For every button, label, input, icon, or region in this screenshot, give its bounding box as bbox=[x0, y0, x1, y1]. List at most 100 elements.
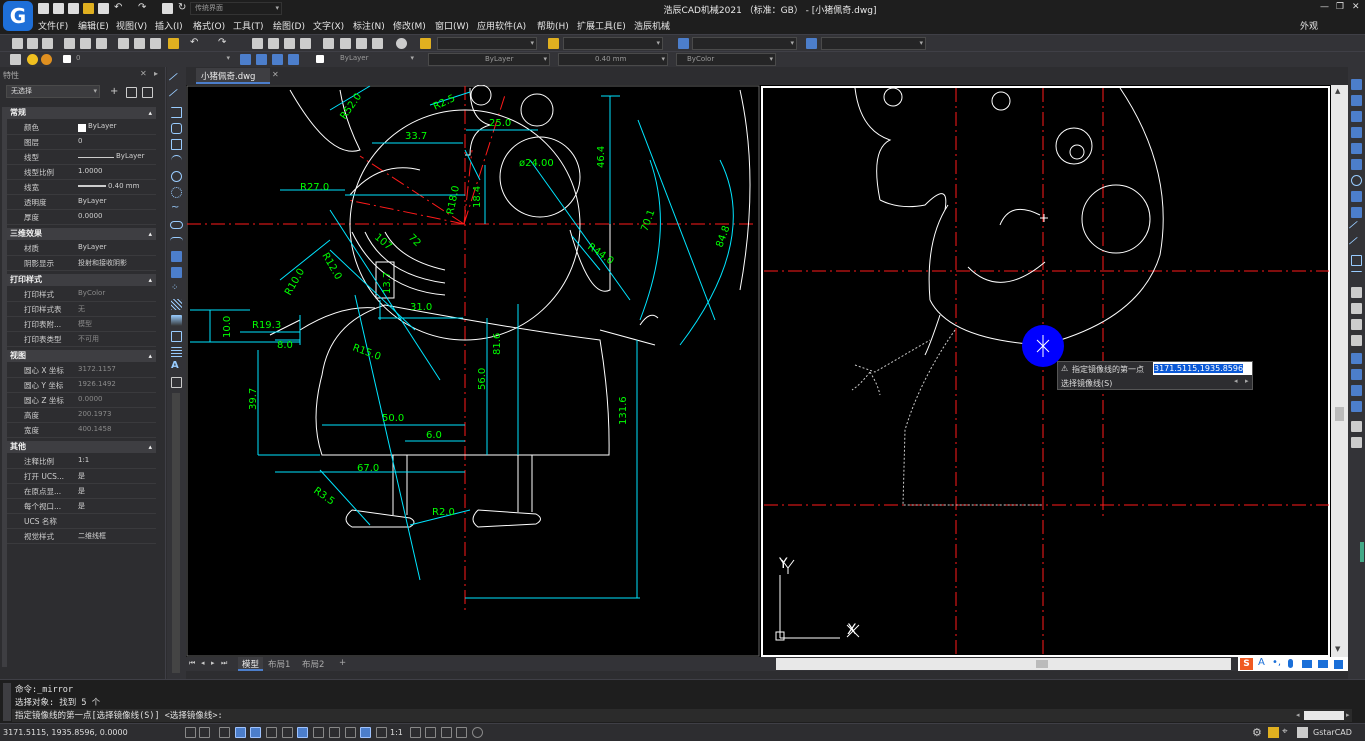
plot-icon[interactable] bbox=[64, 38, 75, 49]
appearance-menu[interactable]: 外观 bbox=[1300, 19, 1318, 32]
lineweight-select[interactable]: 0.40 mm bbox=[558, 53, 668, 66]
table-icon[interactable] bbox=[171, 347, 182, 358]
menu-help[interactable]: 帮助(H) bbox=[537, 19, 569, 32]
table-style-icon[interactable] bbox=[678, 38, 689, 49]
move-icon[interactable] bbox=[1351, 159, 1362, 170]
layer-manager-icon[interactable] bbox=[10, 54, 21, 65]
layer-select[interactable]: 0 bbox=[72, 53, 232, 66]
v-scroll-down[interactable]: ▼ bbox=[1335, 645, 1340, 653]
sc-toggle[interactable] bbox=[360, 727, 371, 738]
cmd-input-row[interactable]: 指定镜像线的第一点[选择镜像线(S)] <选择镜像线>: bbox=[12, 709, 1352, 722]
prop-section-header[interactable]: 打印样式 bbox=[7, 274, 156, 286]
cad-icon[interactable] bbox=[1268, 727, 1279, 738]
offset-icon[interactable] bbox=[1351, 127, 1362, 138]
undo-icon[interactable]: ↶ bbox=[114, 3, 125, 14]
new-icon[interactable] bbox=[12, 38, 23, 49]
menu-dimension[interactable]: 标注(N) bbox=[353, 19, 385, 32]
menu-draw[interactable]: 绘图(D) bbox=[273, 19, 305, 32]
ellipse-icon[interactable] bbox=[170, 221, 183, 229]
prompt-option[interactable]: 选择镜像线(S) bbox=[1061, 378, 1112, 389]
ime-lang-icon[interactable]: A bbox=[1258, 657, 1265, 668]
save-icon[interactable] bbox=[68, 3, 79, 14]
menu-format[interactable]: 格式(O) bbox=[193, 19, 225, 32]
polyline-icon[interactable] bbox=[171, 107, 182, 118]
tpy-toggle[interactable] bbox=[329, 727, 340, 738]
tab-layout2[interactable]: 布局2 bbox=[302, 658, 324, 670]
ime-skin-icon[interactable] bbox=[1318, 660, 1328, 668]
calculator-icon[interactable] bbox=[372, 38, 383, 49]
wipeout-icon[interactable] bbox=[171, 377, 182, 388]
make-current-icon[interactable] bbox=[240, 54, 251, 65]
doc-tab[interactable]: 小猪佩奇.dwg bbox=[196, 68, 270, 84]
preview-icon[interactable] bbox=[80, 38, 91, 49]
region-icon[interactable] bbox=[171, 331, 182, 342]
workspace-select[interactable]: 传统界面 bbox=[190, 2, 282, 15]
save-icon-2[interactable] bbox=[42, 38, 53, 49]
design-center-icon[interactable] bbox=[340, 38, 351, 49]
v-scroll-up[interactable]: ▲ bbox=[1335, 87, 1340, 95]
minimize-button[interactable]: — bbox=[1320, 2, 1329, 12]
stretch-icon[interactable] bbox=[1351, 207, 1362, 218]
annotation-visibility-icon[interactable] bbox=[410, 727, 421, 738]
qp-toggle[interactable] bbox=[345, 727, 356, 738]
ortho-toggle[interactable] bbox=[219, 727, 230, 738]
ime-menu-icon[interactable] bbox=[1334, 660, 1343, 669]
hatch-icon[interactable] bbox=[171, 299, 182, 310]
paste-icon[interactable] bbox=[150, 38, 161, 49]
auto-scale-icon[interactable] bbox=[425, 727, 436, 738]
redo-icon[interactable]: ↷ bbox=[138, 3, 149, 14]
edit-spline-icon[interactable] bbox=[1351, 437, 1362, 448]
lengthen-icon[interactable] bbox=[1351, 401, 1362, 412]
sogou-icon[interactable]: S bbox=[1240, 658, 1253, 670]
trim-icon[interactable] bbox=[1348, 220, 1365, 237]
menu-window[interactable]: 窗口(W) bbox=[435, 19, 469, 32]
publish-icon[interactable] bbox=[96, 38, 107, 49]
copy-obj-icon[interactable] bbox=[1351, 95, 1362, 106]
tab-layout1[interactable]: 布局1 bbox=[268, 658, 290, 670]
menu-insert[interactable]: 插入(I) bbox=[155, 19, 183, 32]
option-next-icon[interactable]: ▸ bbox=[1245, 377, 1249, 385]
zoom-previous-icon[interactable] bbox=[300, 38, 311, 49]
option-prev-icon[interactable]: ◂ bbox=[1234, 377, 1238, 385]
menu-apps[interactable]: 应用软件(A) bbox=[477, 19, 526, 32]
menu-file[interactable]: 文件(F) bbox=[38, 19, 68, 32]
color-select[interactable]: ByLayer bbox=[326, 53, 416, 66]
ime-keyboard-icon[interactable] bbox=[1302, 660, 1312, 668]
print-icon[interactable] bbox=[98, 3, 109, 14]
location-icon[interactable]: ⌖ bbox=[1282, 726, 1288, 737]
join-icon[interactable] bbox=[1351, 271, 1362, 282]
restore-button[interactable]: ❐ bbox=[1336, 2, 1344, 12]
v-scroll-thumb[interactable] bbox=[1335, 407, 1344, 421]
cmd-scroll-track[interactable] bbox=[1304, 711, 1344, 720]
tab-add[interactable]: + bbox=[339, 658, 346, 668]
menu-text[interactable]: 文字(X) bbox=[313, 19, 344, 32]
express-icon[interactable] bbox=[420, 38, 431, 49]
menu-tools[interactable]: 工具(T) bbox=[233, 19, 264, 32]
fillet-icon[interactable] bbox=[1351, 303, 1362, 314]
isolate-icon[interactable] bbox=[441, 727, 452, 738]
line-icon[interactable] bbox=[168, 72, 185, 89]
rotate-icon[interactable] bbox=[1351, 175, 1362, 186]
properties-icon[interactable] bbox=[323, 38, 334, 49]
otrack-toggle[interactable] bbox=[266, 727, 277, 738]
panel-close-icon[interactable]: ✕ bbox=[140, 69, 147, 78]
close-button[interactable]: ✕ bbox=[1352, 2, 1360, 12]
dyn-toggle[interactable] bbox=[297, 727, 308, 738]
left-scroll-track[interactable] bbox=[172, 393, 180, 673]
revcloud-icon[interactable] bbox=[171, 187, 182, 198]
quick-select-icon[interactable] bbox=[142, 87, 153, 98]
align-icon[interactable] bbox=[1351, 385, 1362, 396]
menu-edit[interactable]: 编辑(E) bbox=[78, 19, 109, 32]
erase-icon[interactable] bbox=[1351, 79, 1362, 90]
app-logo[interactable]: G bbox=[3, 1, 33, 31]
cmd-handle[interactable] bbox=[3, 683, 11, 721]
doc-tab-close-icon[interactable]: ✕ bbox=[272, 70, 279, 79]
prop-section-header[interactable]: 常规 bbox=[7, 107, 156, 119]
ime-mic-icon[interactable] bbox=[1288, 659, 1293, 668]
polar-toggle[interactable] bbox=[235, 727, 246, 738]
ellipse-arc-icon[interactable] bbox=[170, 237, 183, 245]
help-icon[interactable] bbox=[396, 38, 407, 49]
make-block-icon[interactable] bbox=[171, 267, 182, 278]
sync-icon[interactable]: ↻ bbox=[178, 3, 189, 14]
copy-icon[interactable] bbox=[134, 38, 145, 49]
